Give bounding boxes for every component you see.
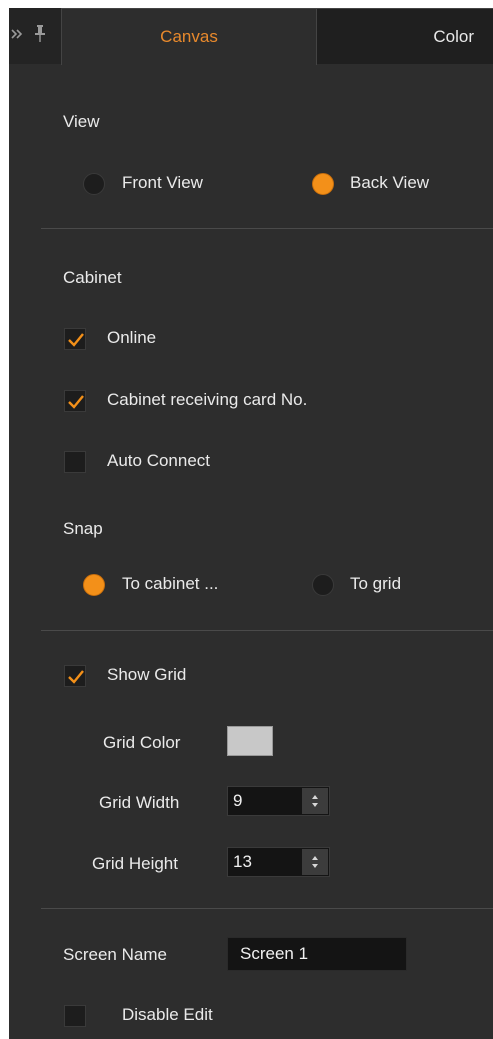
checkmark-icon xyxy=(68,670,84,684)
tab-bar: Canvas Color xyxy=(9,8,493,65)
auto-connect-checkbox[interactable] xyxy=(64,451,86,473)
grid-color-label: Grid Color xyxy=(103,733,181,752)
tab-canvas[interactable]: Canvas xyxy=(61,8,317,65)
divider xyxy=(41,228,493,229)
snap-cabinet-radio[interactable] xyxy=(83,574,105,596)
back-view-radio[interactable] xyxy=(312,173,334,195)
snap-grid-label[interactable]: To grid xyxy=(350,574,401,594)
pin-icon[interactable] xyxy=(33,24,47,49)
collapse-icon[interactable] xyxy=(11,27,23,46)
grid-height-value[interactable]: 13 xyxy=(233,852,252,872)
auto-connect-label[interactable]: Auto Connect xyxy=(107,451,210,471)
online-checkbox[interactable] xyxy=(64,328,86,350)
grid-height-spinbox[interactable]: 13 xyxy=(227,847,330,877)
snap-heading: Snap xyxy=(63,519,103,538)
tab-color[interactable]: Color xyxy=(317,8,493,64)
view-heading: View xyxy=(63,112,100,131)
cabinet-heading: Cabinet xyxy=(63,268,122,287)
grid-width-spinbox[interactable]: 9 xyxy=(227,786,330,816)
front-view-label[interactable]: Front View xyxy=(122,173,203,193)
grid-width-value[interactable]: 9 xyxy=(233,791,242,811)
checkmark-icon xyxy=(68,333,84,347)
checkmark-icon xyxy=(68,395,84,409)
divider xyxy=(41,908,493,909)
grid-height-label: Grid Height xyxy=(92,854,178,873)
panel-controls xyxy=(9,8,61,64)
show-grid-checkbox[interactable] xyxy=(64,665,86,687)
grid-width-label: Grid Width xyxy=(99,793,180,812)
canvas-settings-panel: Canvas Color View Front View Back View C… xyxy=(9,8,493,1039)
snap-cabinet-label[interactable]: To cabinet ... xyxy=(122,574,218,594)
snap-grid-radio[interactable] xyxy=(312,574,334,596)
front-view-radio[interactable] xyxy=(83,173,105,195)
cabinet-card-no-checkbox[interactable] xyxy=(64,390,86,412)
online-label[interactable]: Online xyxy=(107,328,156,348)
disable-edit-checkbox[interactable] xyxy=(64,1005,86,1027)
screen-name-input[interactable]: Screen 1 xyxy=(227,937,407,971)
divider xyxy=(41,630,493,631)
screen-name-label: Screen Name xyxy=(63,945,167,964)
spin-arrows-icon[interactable] xyxy=(302,849,328,875)
disable-edit-label[interactable]: Disable Edit xyxy=(122,1005,213,1025)
cabinet-card-no-label[interactable]: Cabinet receiving card No. xyxy=(107,390,307,410)
back-view-label[interactable]: Back View xyxy=(350,173,429,193)
grid-color-swatch[interactable] xyxy=(227,726,273,756)
spin-arrows-icon[interactable] xyxy=(302,788,328,814)
show-grid-label[interactable]: Show Grid xyxy=(107,665,186,685)
